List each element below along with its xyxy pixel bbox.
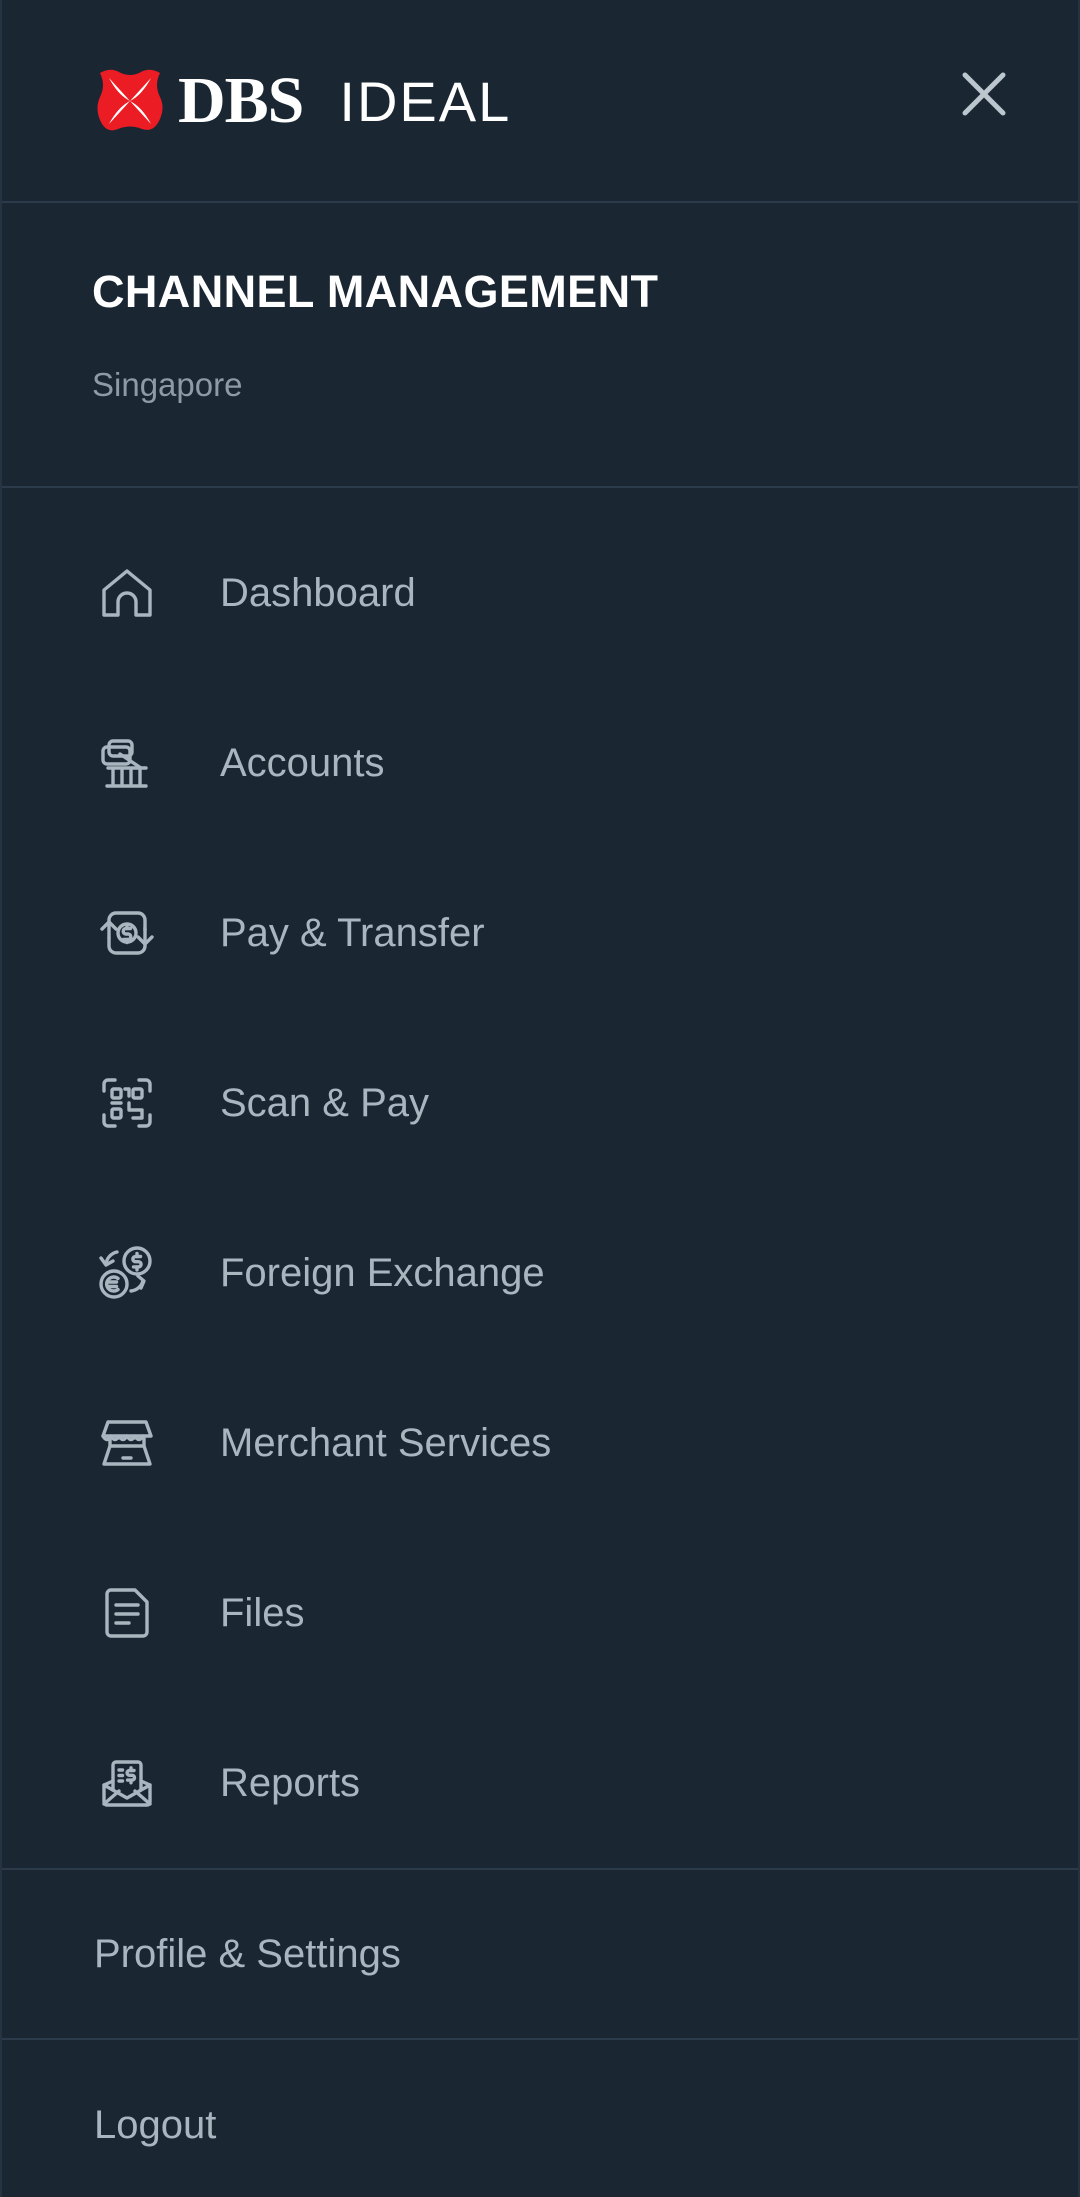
sidebar-item-merchant-services[interactable]: Merchant Services [2,1358,1078,1528]
dbs-wordmark: DBS [178,63,304,137]
nav-list: Dashboard Accounts Pay & Transfer Scan &… [2,488,1078,1870]
sidebar-item-label: Dashboard [220,571,416,615]
logout-label: Logout [94,2103,217,2147]
sidebar-item-foreign-exchange[interactable]: Foreign Exchange [2,1188,1078,1358]
sidebar-item-profile-settings[interactable]: Profile & Settings [2,1870,1078,2040]
sidebar-item-label: Pay & Transfer [220,911,485,955]
qr-code-scan-icon [94,1070,160,1136]
profile-settings-label: Profile & Settings [94,1932,401,1976]
sidebar-item-reports[interactable]: Reports [2,1698,1078,1868]
sidebar-item-scan-pay[interactable]: Scan & Pay [2,1018,1078,1188]
sidebar-item-pay-transfer[interactable]: Pay & Transfer [2,848,1078,1018]
context-block: CHANNEL MANAGEMENT Singapore [2,203,1078,488]
storefront-icon [94,1410,160,1476]
sidebar-item-label: Files [220,1591,305,1635]
sidebar-item-label: Foreign Exchange [220,1251,545,1295]
sidebar-item-accounts[interactable]: Accounts [2,678,1078,848]
bank-cards-icon [94,730,160,796]
brand-lockup: DBS IDEAL [92,63,511,139]
close-button[interactable] [948,58,1020,130]
transfer-dollar-icon [94,900,160,966]
page-title: CHANNEL MANAGEMENT [92,266,659,317]
sidebar-item-label: Accounts [220,741,385,785]
envelope-invoice-icon [94,1750,160,1816]
sidebar-item-dashboard[interactable]: Dashboard [2,508,1078,678]
drawer-header: DBS IDEAL [2,0,1078,203]
navigation-drawer: DBS IDEAL CHANNEL MANAGEMENT Singapore D… [0,0,1080,2197]
sidebar-item-label: Reports [220,1761,361,1805]
dbs-diamond-logo [92,63,168,139]
close-icon [962,72,1006,115]
sidebar-item-label: Scan & Pay [220,1081,430,1125]
document-icon [94,1580,160,1646]
currency-exchange-icon [94,1240,160,1306]
sidebar-item-logout[interactable]: Logout [2,2040,1078,2197]
home-icon [94,560,160,626]
context-country: Singapore [92,365,243,403]
sidebar-item-label: Merchant Services [220,1421,552,1465]
ideal-wordmark: IDEAL [339,69,512,133]
sidebar-item-files[interactable]: Files [2,1528,1078,1698]
